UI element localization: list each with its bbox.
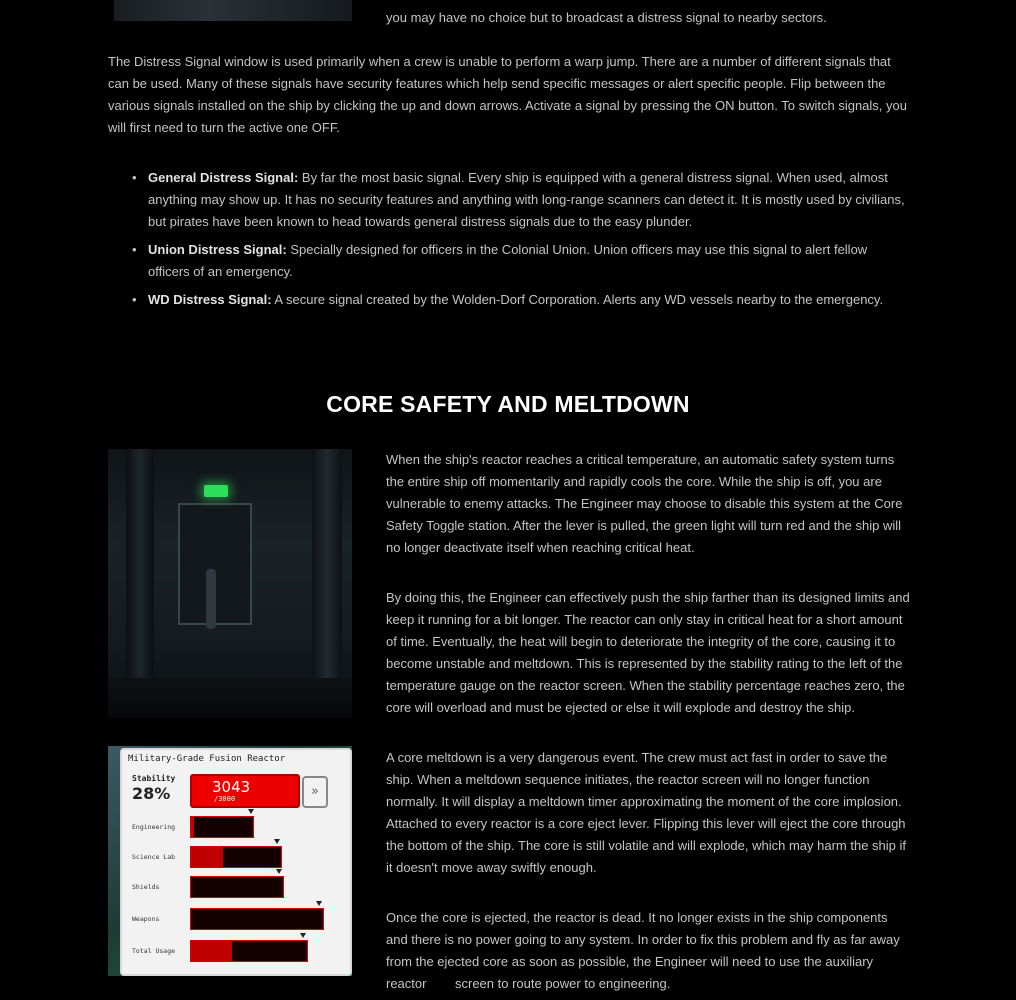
power-bar-fill bbox=[191, 817, 195, 837]
top-screenshot-image bbox=[114, 0, 352, 21]
power-row-weapons: Weapons bbox=[128, 901, 338, 930]
signal-name: WD Distress Signal: bbox=[148, 292, 272, 307]
power-bar bbox=[190, 876, 284, 898]
temperature-max: /3000 bbox=[214, 795, 236, 803]
paragraph-meltdown: A core meltdown is a very dangerous even… bbox=[386, 750, 907, 875]
reactor-screen-image: Military-Grade Fusion Reactor Stability … bbox=[108, 746, 352, 976]
power-row-label: Shields bbox=[132, 883, 160, 891]
signal-name: General Distress Signal: bbox=[148, 170, 299, 185]
stability-label: Stability bbox=[132, 774, 176, 783]
paragraph-core-safety: When the ship's reactor reaches a critic… bbox=[386, 452, 903, 555]
reactor-title: Military-Grade Fusion Reactor bbox=[128, 754, 286, 764]
double-chevron-right-icon: » bbox=[302, 776, 328, 808]
distress-signal-list: General Distress Signal: By far the most… bbox=[108, 167, 908, 317]
stability-value: 28% bbox=[132, 784, 171, 803]
power-row-total-usage: Total Usage bbox=[128, 933, 338, 962]
power-bar bbox=[190, 816, 254, 838]
power-marker-icon bbox=[316, 901, 322, 906]
paragraph-core-ejected-continued: screen to route power to engineering. bbox=[455, 976, 671, 991]
power-bar bbox=[190, 908, 324, 930]
temperature-value: 3043 bbox=[212, 778, 251, 796]
section-title: CORE SAFETY AND MELTDOWN bbox=[326, 391, 690, 417]
power-bar-fill bbox=[191, 941, 232, 961]
power-row-label: Engineering bbox=[132, 823, 176, 831]
list-item: General Distress Signal: By far the most… bbox=[108, 167, 908, 233]
power-marker-icon bbox=[300, 933, 306, 938]
power-marker-icon bbox=[276, 869, 282, 874]
lever-icon bbox=[206, 569, 216, 629]
page: you may have no choice but to broadcast … bbox=[0, 0, 1016, 1000]
power-row-label: Weapons bbox=[132, 915, 160, 923]
list-item: Union Distress Signal: Specially designe… bbox=[108, 239, 908, 283]
power-bar-fill bbox=[191, 847, 223, 867]
distress-signal-intro: The Distress Signal window is used prima… bbox=[108, 54, 907, 135]
reactor-screen: Military-Grade Fusion Reactor Stability … bbox=[120, 748, 352, 976]
paragraph-stability: By doing this, the Engineer can effectiv… bbox=[386, 590, 910, 715]
power-bar bbox=[190, 846, 282, 868]
power-bar bbox=[190, 940, 308, 962]
power-row-science-lab: Science Lab bbox=[128, 839, 338, 868]
power-row-label: Total Usage bbox=[132, 947, 176, 955]
signal-description: A secure signal created by the Wolden-Do… bbox=[271, 292, 884, 307]
core-safety-toggle-image bbox=[108, 449, 352, 718]
list-item: WD Distress Signal: A secure signal crea… bbox=[108, 289, 908, 311]
green-light-icon bbox=[204, 485, 228, 497]
top-paragraph-fragment: you may have no choice but to broadcast … bbox=[386, 10, 827, 25]
power-row-shields: Shields bbox=[128, 869, 338, 898]
temperature-gauge: 3043 /3000 bbox=[190, 774, 300, 808]
power-row-engineering: Engineering bbox=[128, 809, 338, 838]
power-marker-icon bbox=[274, 839, 280, 844]
power-row-label: Science Lab bbox=[132, 853, 176, 861]
signal-name: Union Distress Signal: bbox=[148, 242, 287, 257]
power-marker-icon bbox=[248, 809, 254, 814]
